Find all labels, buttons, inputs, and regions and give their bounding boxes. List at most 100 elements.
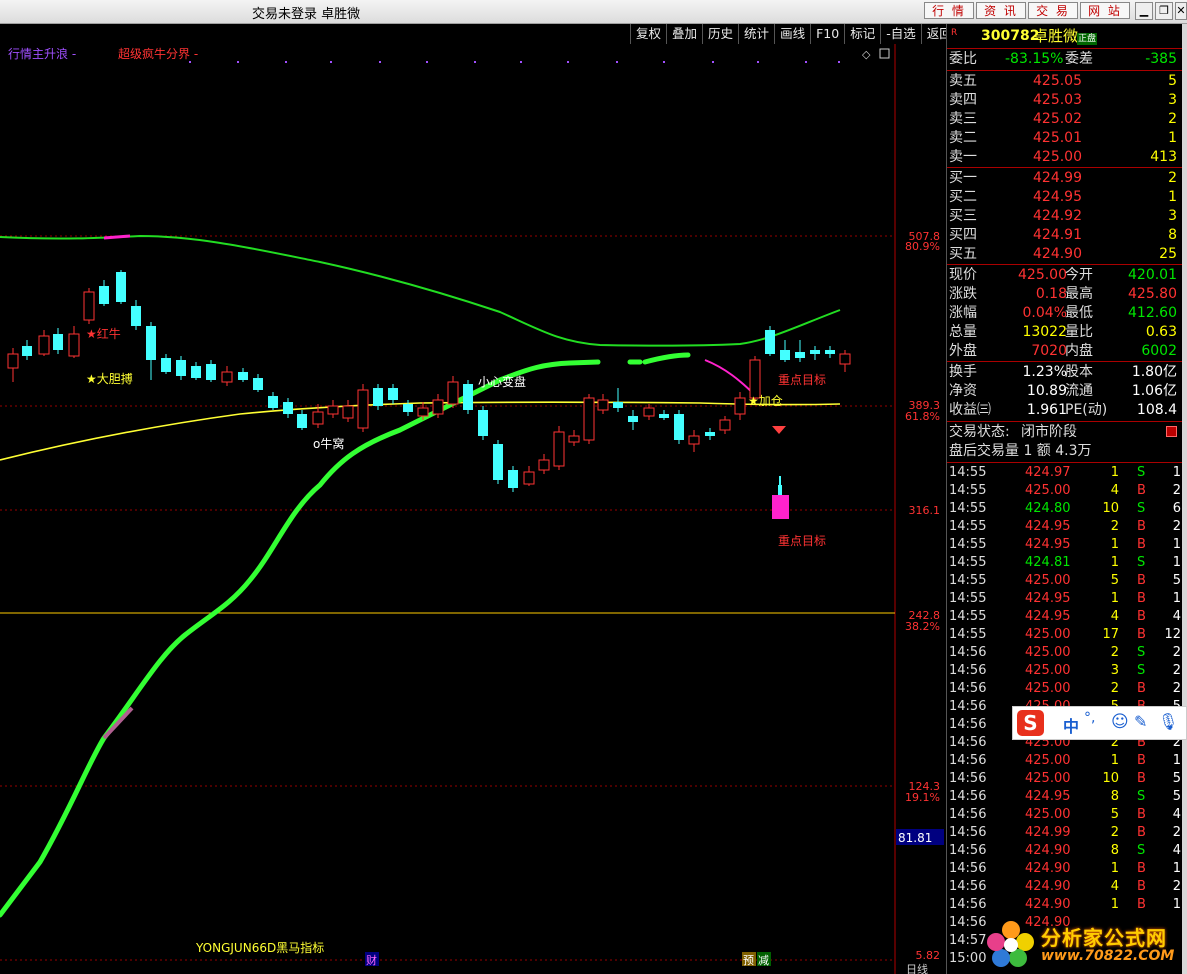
quote-button[interactable]: 行 情	[924, 2, 974, 19]
candle-body	[83, 291, 95, 321]
tick-time: 14:56	[949, 843, 987, 858]
restore-icon[interactable]: ❐	[1155, 2, 1173, 20]
tool-overlay[interactable]: 叠加	[666, 24, 703, 44]
tool-statistics[interactable]: 统计	[738, 24, 775, 44]
stat-row: 外盘 7020 内盘 6002	[947, 342, 1183, 361]
tick-row: 14:56 424.95 8 S 5	[947, 788, 1183, 806]
candle-body	[176, 360, 186, 376]
annotation-target-1: 重点目标	[778, 373, 826, 387]
ime-punct[interactable]: °,	[1084, 710, 1095, 726]
stat-value: 1.961	[1026, 402, 1067, 418]
candle-body	[659, 414, 669, 418]
ask-row: 卖三 425.02 2	[947, 110, 1183, 129]
after-hours-row: 盘后交易量 1 额 4.3万	[947, 442, 1183, 461]
window-title: 交易未登录 卓胜微	[252, 7, 361, 22]
tick-count: 1	[1172, 861, 1181, 876]
tick-volume: 8	[1110, 843, 1119, 858]
tick-price: 425.00	[1025, 807, 1071, 822]
status-tag: 正盘	[1077, 33, 1098, 45]
tool-fuquan[interactable]: 复权	[630, 24, 667, 44]
tool-f10[interactable]: F10	[810, 24, 845, 44]
trade-button[interactable]: 交 易	[1028, 2, 1078, 19]
divider	[947, 361, 1183, 362]
tick-time: 14:56	[949, 735, 987, 750]
tick-time: 14:56	[949, 879, 987, 894]
kline-chart[interactable]: 行情主升浪 - 超级疯牛分界 - ◇ 507.8 80.9% 389.3 61.…	[0, 44, 945, 974]
pct-label: 80.9%	[905, 240, 940, 253]
stat-label: 最低	[1065, 305, 1093, 321]
tool-add-watchlist[interactable]: -自选	[880, 24, 921, 44]
bid-price: 424.90	[1033, 246, 1082, 262]
candle-body	[342, 405, 354, 419]
sogou-logo-icon[interactable]: S	[1017, 710, 1044, 736]
stat-row: 现价 425.00 今开 420.01	[947, 266, 1183, 285]
ime-lang[interactable]: 中	[1063, 713, 1079, 737]
tick-side: S	[1137, 555, 1146, 570]
candle-body	[38, 335, 50, 355]
candle-body	[53, 334, 63, 350]
candle-body	[643, 407, 655, 417]
candle-body	[749, 359, 761, 399]
tick-volume: 2	[1110, 519, 1119, 534]
scrollbar[interactable]	[1182, 24, 1187, 974]
tool-draw-line[interactable]: 画线	[774, 24, 811, 44]
tick-count: 2	[1172, 681, 1181, 696]
bid-price: 424.99	[1033, 170, 1082, 186]
candle-body	[780, 350, 790, 360]
tick-side: S	[1137, 645, 1146, 660]
tick-time: 14:56	[949, 699, 987, 714]
tick-volume: 1	[1110, 591, 1119, 606]
tick-row: 14:55 424.97 1 S 1	[947, 464, 1183, 482]
tick-volume: 8	[1110, 789, 1119, 804]
candle-body	[417, 407, 429, 417]
mic-icon[interactable]: 🎙	[1158, 712, 1178, 731]
tick-count: 1	[1172, 591, 1181, 606]
tick-price: 424.90	[1025, 897, 1071, 912]
stat-row: 总量 13022 量比 0.63	[947, 323, 1183, 342]
news-button[interactable]: 资 讯	[976, 2, 1026, 19]
weicha-value: -385	[1145, 51, 1177, 67]
bid-label: 买一	[949, 170, 977, 186]
emoji-icon[interactable]: ☺	[1111, 712, 1129, 732]
candle-body	[688, 435, 700, 445]
tick-price: 424.97	[1025, 465, 1071, 480]
pen-icon[interactable]: ✎	[1134, 712, 1147, 731]
ask-price: 425.01	[1033, 130, 1082, 146]
candle-body	[719, 419, 731, 431]
tick-row: 14:55 424.95 1 B 1	[947, 590, 1183, 608]
candle-body	[478, 410, 488, 436]
status-close-icon[interactable]	[1166, 426, 1177, 437]
candle-body	[628, 416, 638, 422]
website-button[interactable]: 网 站	[1080, 2, 1130, 19]
tool-history[interactable]: 历史	[702, 24, 739, 44]
tick-side: S	[1137, 789, 1146, 804]
tick-count: 2	[1172, 519, 1181, 534]
candle-body	[206, 364, 216, 380]
candle-body	[268, 396, 278, 408]
tick-time: 14:56	[949, 915, 987, 930]
stat-label: 今开	[1065, 267, 1093, 283]
expand-icon[interactable]	[879, 48, 890, 59]
tick-side: B	[1137, 861, 1146, 876]
marker-dot	[330, 61, 332, 63]
close-icon[interactable]: ✕	[1175, 2, 1187, 20]
ime-toolbar[interactable]: S 中 °, ☺ ✎ 🎙	[1012, 706, 1187, 740]
stat2-row: 收益㈢ 1.961 PE(动) 108.4	[947, 401, 1183, 420]
stat-value: 425.00	[1018, 267, 1067, 283]
tool-mark[interactable]: 标记	[844, 24, 881, 44]
period-label[interactable]: 日线	[906, 962, 928, 974]
candle-body	[523, 471, 535, 485]
minimize-icon[interactable]: ▁	[1135, 2, 1153, 20]
stat-value: 0.04%	[1022, 305, 1067, 321]
annotation-xiaoxin: 小心变盘	[478, 374, 526, 389]
candle-body	[388, 388, 398, 400]
stat-label: 收益㈢	[949, 402, 991, 418]
candle-body	[447, 381, 459, 405]
tick-price: 424.90	[1025, 861, 1071, 876]
tick-price: 424.95	[1025, 789, 1071, 804]
tick-side: B	[1137, 897, 1146, 912]
pct-label: 38.2%	[905, 620, 940, 633]
pct-label: 19.1%	[905, 791, 940, 804]
diamond-icon[interactable]: ◇	[862, 48, 871, 61]
price-label: 5.82	[916, 949, 941, 962]
